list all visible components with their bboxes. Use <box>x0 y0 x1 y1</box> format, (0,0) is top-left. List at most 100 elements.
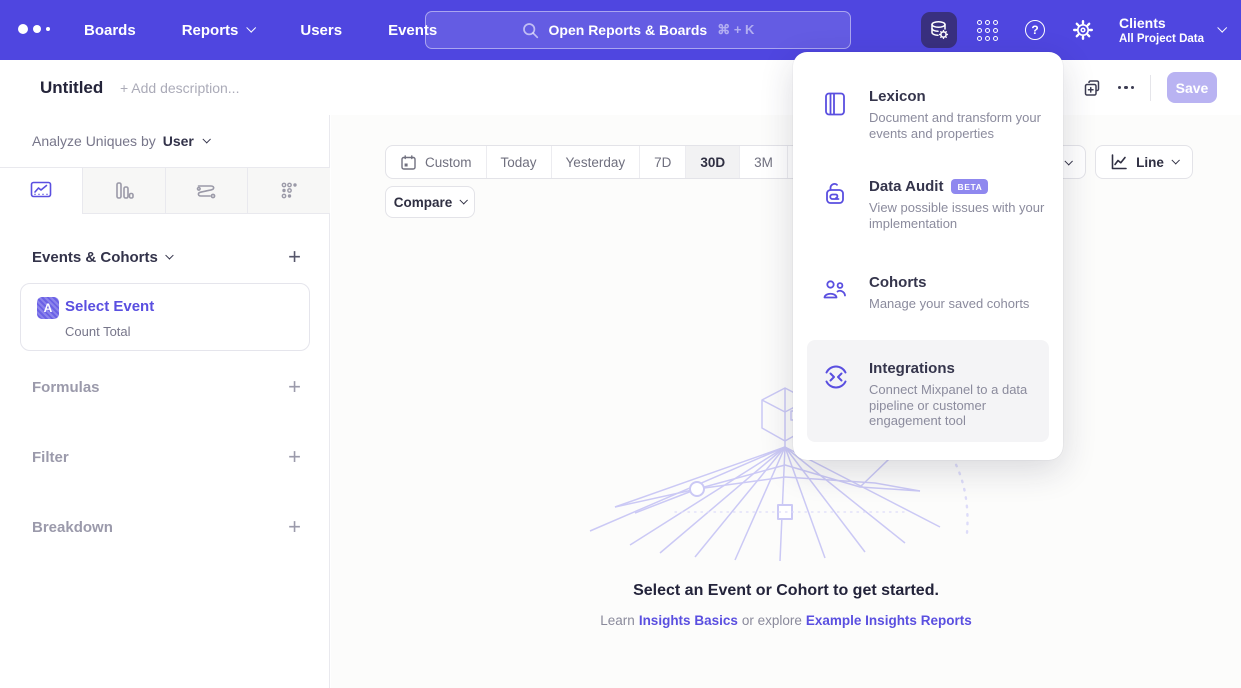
compare-button[interactable]: Compare <box>385 186 475 218</box>
menu-item-integrations[interactable]: Integrations Connect Mixpanel to a data … <box>807 340 1049 442</box>
integrations-sync-icon <box>821 362 851 392</box>
tab-line-chart[interactable] <box>0 168 82 214</box>
select-event-button[interactable]: Select Event <box>65 298 154 315</box>
menu-item-title: Data Audit <box>869 178 943 195</box>
empty-sub-prefix: Learn <box>600 613 635 628</box>
add-formula-button[interactable]: + <box>288 377 301 397</box>
analyze-by-row: Analyze Uniques by User <box>32 115 209 167</box>
formulas-section: Formulas + <box>32 377 301 397</box>
search-shortcut: ⌘ + K <box>717 22 754 38</box>
project-data-scope: All Project Data <box>1119 32 1204 46</box>
save-button[interactable]: Save <box>1167 72 1217 103</box>
data-management-button[interactable] <box>921 12 957 48</box>
date-range-7d[interactable]: 7D <box>639 146 685 178</box>
database-gear-icon <box>928 19 950 41</box>
menu-item-lexicon[interactable]: Lexicon Document and transform your even… <box>807 78 1049 151</box>
empty-sub-middle: or explore <box>742 613 802 628</box>
chart-type-dropdown[interactable]: Line <box>1095 145 1193 179</box>
breakdown-header: Breakdown <box>32 519 113 536</box>
empty-state-subtext: Learn Insights Basics or explore Example… <box>331 613 1241 628</box>
global-search-input[interactable]: Open Reports & Boards ⌘ + K <box>425 11 851 49</box>
menu-item-description: Manage your saved cohorts <box>869 296 1049 312</box>
project-selector[interactable]: Clients All Project Data <box>1119 15 1225 46</box>
question-mark-icon: ? <box>1025 20 1045 40</box>
bar-chart-icon <box>112 179 136 203</box>
example-reports-link[interactable]: Example Insights Reports <box>806 613 972 628</box>
date-range-yesterday[interactable]: Yesterday <box>551 146 640 178</box>
chevron-down-icon <box>460 196 468 204</box>
events-cohorts-header[interactable]: Events & Cohorts <box>32 249 171 266</box>
primary-nav: Boards Reports Users Events <box>84 0 437 60</box>
date-range-today[interactable]: Today <box>486 146 551 178</box>
events-cohorts-section: Events & Cohorts + <box>32 247 301 267</box>
menu-item-cohorts[interactable]: Cohorts Manage your saved cohorts <box>807 264 1049 322</box>
menu-item-title: Integrations <box>869 360 955 377</box>
duplicate-report-button[interactable] <box>1082 78 1102 98</box>
more-options-button[interactable] <box>1118 86 1135 90</box>
apps-menu-button[interactable] <box>969 12 1005 48</box>
chevron-down-icon <box>1171 156 1179 164</box>
gear-icon <box>1072 19 1094 41</box>
report-title[interactable]: Untitled <box>40 78 103 98</box>
menu-item-title: Cohorts <box>869 274 927 291</box>
analyze-by-selector[interactable]: User <box>163 133 209 149</box>
beta-badge: BETA <box>951 179 988 194</box>
date-range-control: Custom Today Yesterday 7D 30D 3M 6M <box>385 145 836 179</box>
menu-item-description: Connect Mixpanel to a data pipeline or c… <box>869 382 1049 429</box>
query-builder-sidebar: Analyze Uniques by User <box>0 115 330 688</box>
date-range-30d[interactable]: 30D <box>685 146 739 178</box>
app-window: Boards Reports Users Events Open Reports… <box>0 0 1241 688</box>
cohorts-users-icon <box>821 276 849 304</box>
visualization-tabs <box>0 167 330 214</box>
filter-section: Filter + <box>32 447 301 467</box>
dots-grid-icon <box>277 179 301 203</box>
chevron-down-icon <box>247 23 257 33</box>
search-placeholder: Open Reports & Boards <box>549 22 708 38</box>
chevron-down-icon <box>1064 157 1072 165</box>
add-breakdown-button[interactable]: + <box>288 517 301 537</box>
tab-bar-chart[interactable] <box>82 168 165 214</box>
search-icon <box>522 22 539 39</box>
top-navigation-bar: Boards Reports Users Events Open Reports… <box>0 0 1241 60</box>
filter-header: Filter <box>32 449 69 466</box>
add-event-button[interactable]: + <box>288 247 301 267</box>
line-type-icon <box>1110 153 1128 171</box>
menu-item-data-audit[interactable]: Data Audit BETA View possible issues wit… <box>807 168 1049 241</box>
analyze-by-label: Analyze Uniques by <box>32 133 156 149</box>
project-org-name: Clients <box>1119 15 1204 32</box>
nav-item-boards[interactable]: Boards <box>84 22 136 39</box>
line-chart-icon <box>29 179 53 203</box>
empty-state-heading: Select an Event or Cohort to get started… <box>331 582 1241 600</box>
chevron-down-icon <box>202 135 210 143</box>
report-actions: Save <box>1082 60 1218 115</box>
nav-item-reports[interactable]: Reports <box>182 22 255 39</box>
formulas-header: Formulas <box>32 379 100 396</box>
data-audit-lock-icon <box>821 180 849 208</box>
chart-type-label: Line <box>1136 155 1164 170</box>
add-filter-button[interactable]: + <box>288 447 301 467</box>
apps-grid-icon <box>977 20 998 41</box>
event-aggregation[interactable]: Count Total <box>65 324 131 339</box>
event-card[interactable]: A Select Event Count Total <box>20 283 310 351</box>
insights-basics-link[interactable]: Insights Basics <box>639 613 738 628</box>
nav-item-users[interactable]: Users <box>300 22 342 39</box>
nav-right-cluster: ? Clients All Project Data <box>921 0 1241 60</box>
mixpanel-logo-icon[interactable] <box>18 24 50 34</box>
flow-stream-icon <box>194 179 218 203</box>
menu-item-title: Lexicon <box>869 88 926 105</box>
chevron-down-icon <box>1217 23 1227 33</box>
settings-button[interactable] <box>1065 12 1101 48</box>
tab-flow-chart[interactable] <box>165 168 248 214</box>
help-button[interactable]: ? <box>1017 12 1053 48</box>
event-series-badge: A <box>37 297 59 319</box>
header-divider <box>1150 75 1151 101</box>
date-range-3m[interactable]: 3M <box>739 146 787 178</box>
menu-item-description: Document and transform your events and p… <box>869 110 1049 141</box>
calendar-icon <box>400 154 417 171</box>
report-canvas: Custom Today Yesterday 7D 30D 3M 6M Line… <box>331 115 1241 688</box>
lexicon-book-icon <box>821 90 849 118</box>
add-description-field[interactable]: + Add description... <box>120 80 239 96</box>
date-range-custom[interactable]: Custom <box>386 146 486 178</box>
data-management-menu: Lexicon Document and transform your even… <box>793 52 1063 460</box>
tab-metric-grid[interactable] <box>247 168 330 214</box>
